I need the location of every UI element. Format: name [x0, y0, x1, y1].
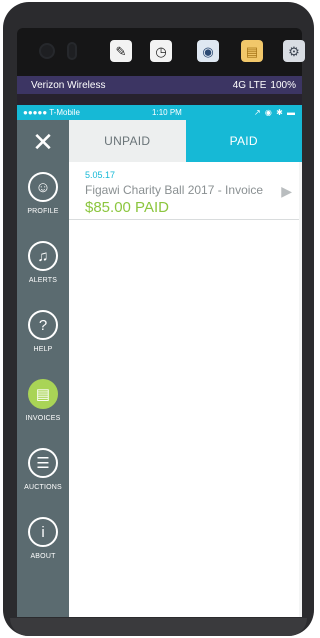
sidebar-item-label: ABOUT — [30, 553, 56, 560]
tab-paid[interactable]: PAID — [185, 120, 302, 162]
sidebar-item-profile[interactable]: ☺ PROFILE — [17, 172, 69, 230]
status-divider — [17, 94, 302, 105]
bell-icon: ♫ — [28, 241, 58, 271]
sensor-icon — [67, 42, 77, 60]
sidebar-item-auctions[interactable]: ☰ AUCTIONS — [17, 448, 69, 506]
chevron-right-icon: ▶ — [281, 183, 292, 199]
person-icon: ☺ — [28, 172, 58, 202]
notes-icon[interactable]: ▤ — [241, 40, 263, 62]
phone-chin — [10, 618, 307, 636]
tab-unpaid[interactable]: UNPAID — [69, 120, 186, 162]
sidebar-item-about[interactable]: i ABOUT — [17, 517, 69, 575]
front-camera-icon — [39, 43, 55, 59]
sidebar-item-label: INVOICES — [25, 415, 61, 422]
sidebar-nav: ✕ ☺ PROFILE ♫ ALERTS ? HELP ▤ INVOICES ☰… — [17, 120, 69, 617]
invoice-list-item[interactable]: 5.05.17 Figawi Charity Ball 2017 - Invoi… — [69, 162, 302, 220]
device-top-bar: ✎ ◷ ◉ ▤ ⚙ — [17, 28, 305, 76]
battery-label: 100% — [270, 79, 296, 91]
sidebar-item-invoices[interactable]: ▤ INVOICES — [17, 379, 69, 437]
network-indicator: 4G LTE — [232, 79, 267, 91]
sidebar-item-alerts[interactable]: ♫ ALERTS — [17, 241, 69, 299]
carrier-label: Verizon Wireless — [31, 79, 106, 91]
ios-time: 1:10 PM — [152, 108, 182, 117]
camera-icon[interactable]: ◉ — [197, 40, 219, 62]
question-icon: ? — [28, 310, 58, 340]
pen-icon[interactable]: ✎ — [110, 40, 132, 62]
invoice-amount: $85.00 PAID — [85, 199, 169, 216]
sidebar-item-label: HELP — [33, 346, 53, 353]
document-icon: ▤ — [28, 379, 58, 409]
ios-status-icons: ↗ ◉ ✱ ▬ — [253, 108, 296, 117]
ios-carrier: ●●●●● T-Mobile — [23, 108, 80, 117]
invoice-date: 5.05.17 — [85, 170, 116, 180]
sidebar-item-help[interactable]: ? HELP — [17, 310, 69, 368]
clock-icon[interactable]: ◷ — [150, 40, 172, 62]
sidebar-item-label: PROFILE — [27, 208, 59, 215]
close-menu-button[interactable]: ✕ — [17, 128, 69, 156]
settings-gear-icon[interactable]: ⚙ — [283, 40, 305, 62]
sidebar-item-label: AUCTIONS — [24, 484, 62, 491]
list-icon: ☰ — [28, 448, 58, 478]
android-status-bar: Verizon Wireless 4G LTE 100% — [17, 76, 302, 94]
info-icon: i — [28, 517, 58, 547]
sidebar-item-label: ALERTS — [28, 277, 58, 284]
ios-status-bar: ●●●●● T-Mobile 1:10 PM ↗ ◉ ✱ ▬ — [17, 105, 302, 120]
scrollbar[interactable] — [299, 162, 302, 617]
invoice-tabs: UNPAID PAID — [69, 120, 302, 162]
invoice-title: Figawi Charity Ball 2017 - Invoice — [85, 183, 264, 197]
app-screen: ●●●●● T-Mobile 1:10 PM ↗ ◉ ✱ ▬ ✕ ☺ PROFI… — [17, 105, 302, 617]
